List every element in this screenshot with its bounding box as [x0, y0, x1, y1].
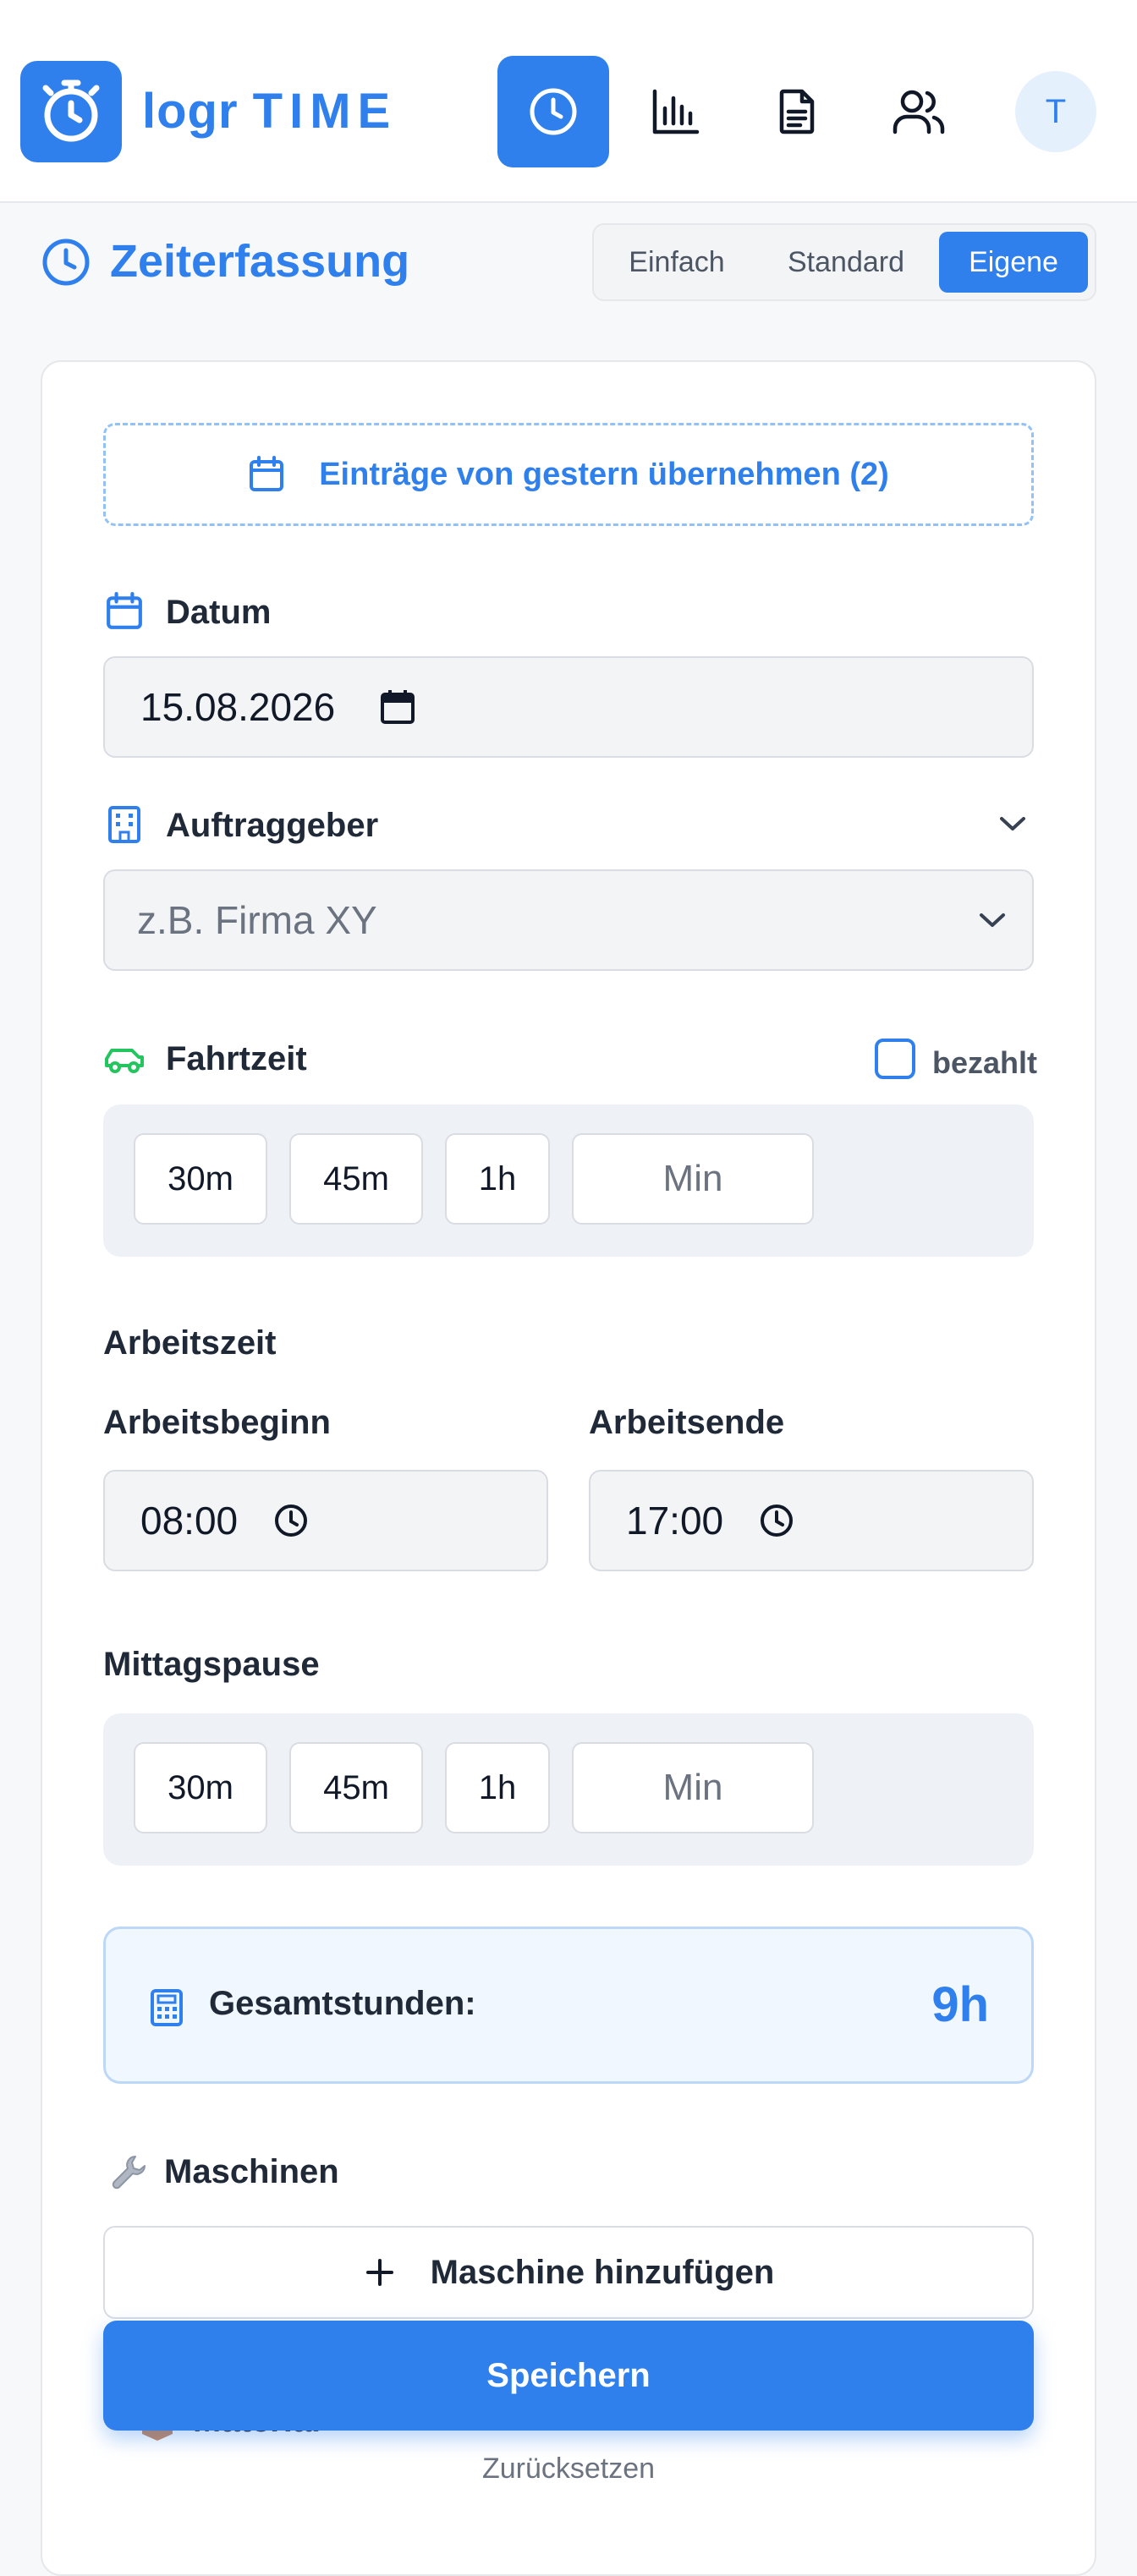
client-select[interactable]: z.B. Firma XY: [103, 869, 1034, 971]
calculator-icon: [151, 1989, 183, 2026]
stopwatch-icon: [42, 79, 100, 142]
client-placeholder: z.B. Firma XY: [137, 898, 377, 942]
nav-reports[interactable]: [741, 56, 853, 167]
add-machine-button[interactable]: Maschine hinzufügen: [103, 2226, 1034, 2319]
logo-word-time: TIME: [252, 84, 398, 139]
calendar-icon: [107, 592, 142, 629]
add-machine-label: Maschine hinzufügen: [430, 2253, 775, 2291]
bar-chart-icon: [652, 89, 700, 134]
travel-preset-1h[interactable]: 1h: [445, 1133, 550, 1225]
date-label: Datum: [166, 594, 272, 631]
mode-standard[interactable]: Standard: [760, 232, 932, 293]
total-hours-box: Gesamtstunden: 9h: [103, 1927, 1034, 2084]
client-label: Auftraggeber: [166, 807, 379, 844]
app-header: logr TIME T: [0, 0, 1137, 203]
calendar-picker-icon[interactable]: [379, 688, 416, 726]
calendar-icon: [250, 456, 284, 491]
car-icon: [105, 1049, 144, 1073]
total-hours-label: Gesamtstunden:: [209, 1985, 476, 2022]
date-input[interactable]: 15.08.2026: [103, 656, 1034, 758]
save-button[interactable]: Speichern: [103, 2321, 1034, 2431]
user-avatar[interactable]: T: [1015, 71, 1096, 152]
end-time-value: 17:00: [626, 1499, 724, 1543]
lunch-preset-30m[interactable]: 30m: [134, 1742, 267, 1833]
mode-eigene[interactable]: Eigene: [939, 232, 1088, 293]
start-time-value: 08:00: [140, 1499, 239, 1543]
mode-switch: Einfach Standard Eigene: [592, 223, 1096, 301]
end-label: Arbeitsende: [589, 1404, 785, 1441]
users-icon: [893, 90, 945, 134]
plus-icon: [365, 2259, 393, 2286]
start-time-input[interactable]: 08:00: [103, 1470, 548, 1571]
machines-label: Maschinen: [164, 2153, 339, 2190]
clock-icon[interactable]: [273, 1503, 309, 1538]
end-time-input[interactable]: 17:00: [589, 1470, 1034, 1571]
lunch-minutes-input[interactable]: Min: [572, 1742, 814, 1833]
copy-yesterday-button[interactable]: Einträge von gestern übernehmen (2): [103, 423, 1034, 526]
lunch-label: Mittagspause: [103, 1646, 320, 1683]
clock-icon: [530, 88, 577, 135]
start-label: Arbeitsbeginn: [103, 1404, 331, 1441]
chevron-down-icon: [980, 913, 1005, 927]
travel-label: Fahrtzeit: [166, 1040, 307, 1077]
nav-time-tracking[interactable]: [497, 56, 609, 167]
nav-statistics[interactable]: [619, 56, 731, 167]
travel-paid-label: bezahlt: [932, 1045, 1038, 1080]
mode-einfach[interactable]: Einfach: [606, 232, 748, 293]
total-hours-value: 9h: [931, 1977, 989, 2032]
clock-icon: [42, 238, 90, 286]
chevron-down-icon[interactable]: [998, 814, 1027, 834]
document-icon: [779, 89, 815, 134]
date-value: 15.08.2026: [140, 685, 336, 729]
lunch-presets-panel: 30m 45m 1h Min: [103, 1713, 1034, 1866]
wrench-icon: [112, 2156, 146, 2190]
nav-team[interactable]: [863, 56, 975, 167]
travel-presets-panel: 30m 45m 1h Min: [103, 1104, 1034, 1257]
lunch-preset-45m[interactable]: 45m: [289, 1742, 423, 1833]
clock-icon[interactable]: [759, 1503, 794, 1538]
travel-minutes-input[interactable]: Min: [572, 1133, 814, 1225]
logo-word-logr: logr: [142, 84, 239, 139]
logo-text: logr TIME: [142, 83, 397, 140]
travel-preset-45m[interactable]: 45m: [289, 1133, 423, 1225]
travel-paid-checkbox[interactable]: [875, 1039, 915, 1079]
copy-yesterday-label: Einträge von gestern übernehmen (2): [319, 456, 889, 492]
logo[interactable]: [20, 61, 122, 162]
page-title: Zeiterfassung: [110, 236, 410, 287]
lunch-preset-1h[interactable]: 1h: [445, 1742, 550, 1833]
building-icon: [108, 806, 140, 843]
travel-preset-30m[interactable]: 30m: [134, 1133, 267, 1225]
reset-button[interactable]: Zurücksetzen: [0, 2453, 1137, 2486]
worktime-heading: Arbeitszeit: [103, 1324, 277, 1362]
